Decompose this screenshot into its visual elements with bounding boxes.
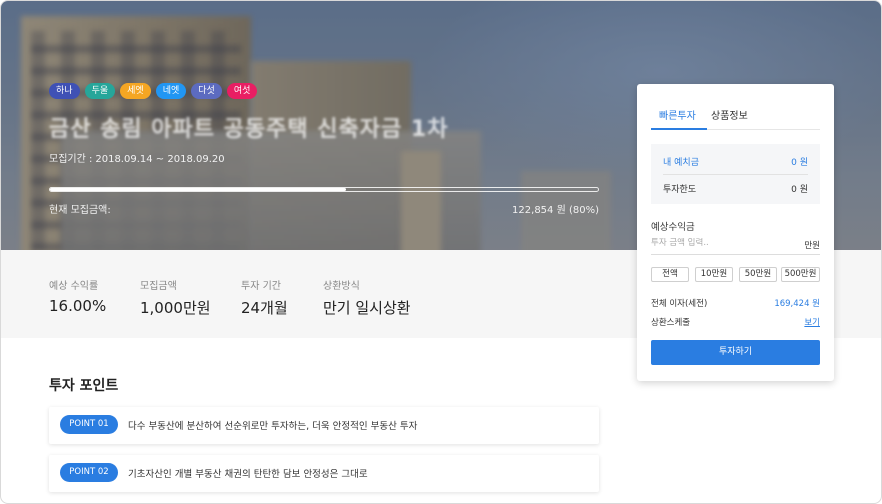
stat-repayment-method: 상환방식 만기 일시상환 bbox=[323, 277, 411, 318]
deposit-value: 0 원 bbox=[791, 158, 808, 168]
repayment-schedule-row: 상환스케줄 보기 bbox=[651, 316, 820, 328]
quick-amount-5m-button[interactable]: 500만원 bbox=[781, 267, 820, 282]
stat-value: 1,000만원 bbox=[140, 299, 211, 317]
tab-product-info[interactable]: 상품정보 bbox=[711, 107, 748, 122]
funding-progress-bar bbox=[49, 187, 599, 192]
point-tag: POINT 01 bbox=[60, 415, 118, 434]
badge-1: 하나 bbox=[49, 83, 80, 99]
recruit-period: 모집기간 :2018.09.14 ~ 2018.09.20 bbox=[49, 150, 225, 165]
product-title: 금산 송림 아파트 공동주택 신축자금 1차 bbox=[49, 117, 449, 142]
stat-value: 16.00% bbox=[49, 297, 107, 315]
badge-2: 두울 bbox=[84, 83, 116, 99]
deposit-row: 내 예치금 0 원 bbox=[663, 155, 808, 168]
limit-value: 0 원 bbox=[791, 185, 808, 195]
badge-3: 세엣 bbox=[120, 83, 151, 99]
total-interest-label: 전체 이자(세전) bbox=[651, 299, 708, 309]
amount-unit: 만원 bbox=[804, 241, 820, 251]
stat-label: 투자 기간 bbox=[241, 281, 281, 292]
page-frame: 하나 두울 세엣 네엣 다섯 여섯 금산 송림 아파트 공동주택 신축자금 1차… bbox=[0, 0, 882, 504]
limit-label: 투자한도 bbox=[663, 185, 697, 195]
total-interest-row: 전체 이자(세전) 169,424 원 bbox=[651, 297, 820, 309]
badge-6: 여섯 bbox=[226, 83, 258, 99]
amount-field: 만원 bbox=[651, 238, 820, 255]
panel-tabs: 빠른투자 상품정보 bbox=[651, 84, 820, 130]
stat-target-amount: 모집금액 1,000만원 bbox=[140, 277, 211, 318]
quick-amount-500k-button[interactable]: 50만원 bbox=[739, 267, 777, 282]
point-text: 다수 부동산에 분산하여 선순위로만 투자하는, 더욱 안정적인 부동산 투자 bbox=[128, 421, 418, 432]
point-tag: POINT 02 bbox=[60, 463, 118, 482]
tab-quick-invest[interactable]: 빠른투자 bbox=[659, 107, 696, 122]
quick-invest-panel: 빠른투자 상품정보 내 예치금 0 원 투자한도 0 원 예상수익금 만원 전액… bbox=[637, 84, 834, 381]
wallet-summary: 내 예치금 0 원 투자한도 0 원 bbox=[651, 144, 820, 204]
quick-amount-100k-button[interactable]: 10만원 bbox=[695, 267, 733, 282]
stat-value: 만기 일시상환 bbox=[323, 299, 411, 317]
quick-amount-all-button[interactable]: 전액 bbox=[651, 267, 689, 282]
badge-4: 네엣 bbox=[155, 83, 187, 99]
divider bbox=[663, 174, 808, 175]
investment-point-card: POINT 01 다수 부동산에 분산하여 선순위로만 투자하는, 더욱 안정적… bbox=[49, 407, 599, 444]
invest-button[interactable]: 투자하기 bbox=[651, 340, 820, 365]
stat-expected-return: 예상 수익률 16.00% bbox=[49, 277, 106, 315]
repayment-schedule-link[interactable]: 보기 bbox=[804, 316, 820, 328]
repayment-schedule-label: 상환스케줄 bbox=[651, 318, 691, 328]
stat-label: 예상 수익률 bbox=[49, 281, 99, 292]
badge-list: 하나 두울 세엣 네엣 다섯 여섯 bbox=[49, 83, 258, 99]
active-tab-indicator bbox=[651, 128, 707, 130]
investment-amount-input[interactable] bbox=[651, 238, 781, 248]
funding-progress-fill bbox=[50, 188, 346, 191]
stat-label: 모집금액 bbox=[140, 281, 177, 292]
badge-5: 다섯 bbox=[191, 83, 222, 99]
total-interest-value: 169,424 원 bbox=[774, 299, 820, 309]
stat-investment-period: 투자 기간 24개월 bbox=[241, 277, 288, 318]
raised-amount-value: 122,854 원 (80%) bbox=[512, 205, 599, 216]
point-text: 기초자산인 개별 부동산 채권의 탄탄한 담보 안정성은 그대로 bbox=[128, 469, 368, 480]
raised-amount-label: 현재 모집금액: bbox=[49, 205, 111, 216]
investment-point-card: POINT 02 기초자산인 개별 부동산 채권의 탄탄한 담보 안정성은 그대… bbox=[49, 455, 599, 492]
expected-profit-label: 예상수익금 bbox=[651, 222, 695, 233]
investment-points-title: 투자 포인트 bbox=[49, 378, 119, 394]
limit-row: 투자한도 0 원 bbox=[663, 182, 808, 195]
recruit-period-value: 2018.09.14 ~ 2018.09.20 bbox=[95, 154, 225, 165]
deposit-label: 내 예치금 bbox=[663, 158, 699, 168]
stat-label: 상환방식 bbox=[323, 281, 360, 292]
stat-value: 24개월 bbox=[241, 299, 288, 317]
recruit-period-label: 모집기간 : bbox=[49, 154, 93, 165]
